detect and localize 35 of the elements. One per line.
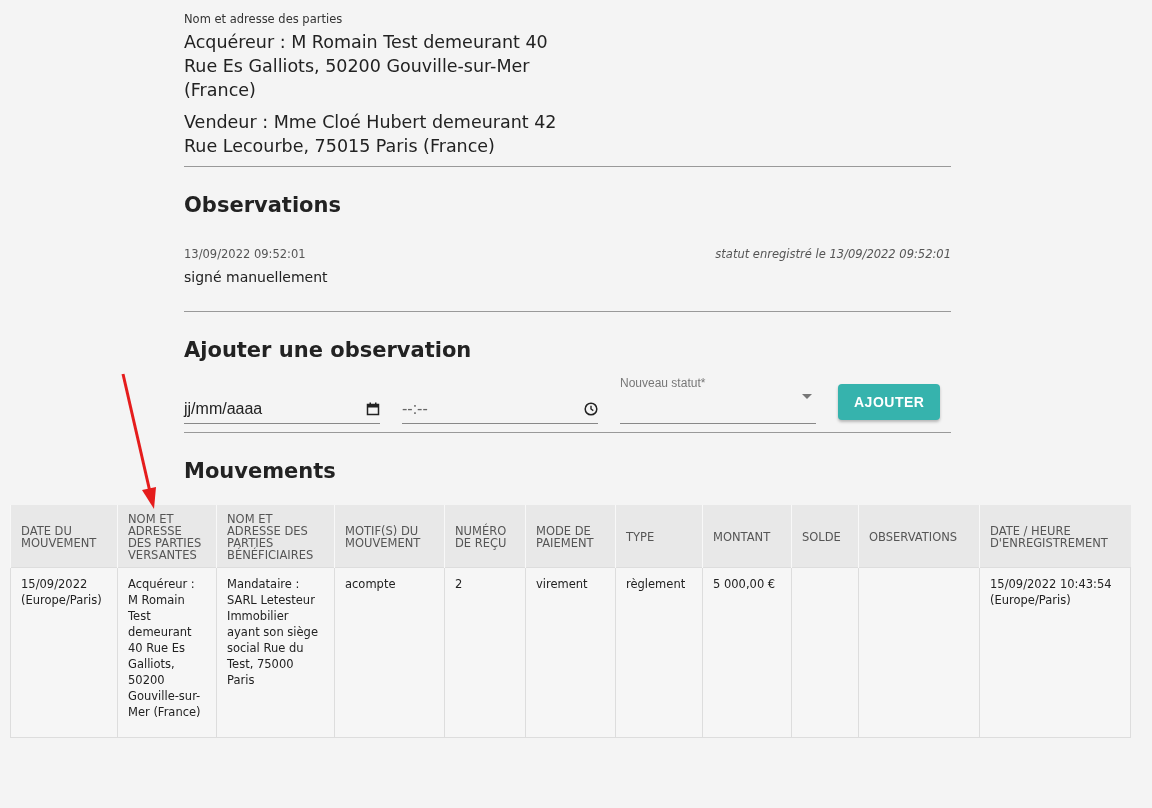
status-select[interactable]: Nouveau statut* xyxy=(620,376,816,424)
time-field[interactable]: --:-- xyxy=(402,394,598,424)
party-text: Vendeur : Mme Cloé Hubert demeurant 42 Rue Lecourbe, 75015 Paris (France) xyxy=(184,111,558,158)
table-cell: règlement xyxy=(615,567,703,737)
table-cell: 15/09/2022 10:43:54 (Europe/Paris) xyxy=(979,567,1131,737)
status-note: statut enregistré le 13/09/2022 09:52:01 xyxy=(715,247,951,261)
column-header: MOTIF(S) DU MOUVEMENT xyxy=(334,505,445,567)
column-header: SOLDE xyxy=(791,505,859,567)
parties-label: Nom et adresse des parties xyxy=(184,12,344,26)
table-cell: 15/09/2022 (Europe/Paris) xyxy=(10,567,118,737)
column-header: TYPE xyxy=(615,505,703,567)
section-heading: Observations xyxy=(184,193,342,217)
column-header: MONTANT xyxy=(702,505,792,567)
column-header: DATE / HEURE D'ENREGISTREMENT xyxy=(979,505,1131,567)
table-cell: acompte xyxy=(334,567,445,737)
calendar-icon xyxy=(366,401,380,416)
column-header: OBSERVATIONS xyxy=(858,505,980,567)
table-cell: 2 xyxy=(444,567,526,737)
column-header: NUMÉRO DE REÇU xyxy=(444,505,526,567)
party-text: Acquéreur : M Romain Test demeurant 40 Rue Es Galliots, 50200 Gouville-sur-Mer (France) xyxy=(184,31,549,102)
table-cell: 5 000,00 € xyxy=(702,567,792,737)
observation-date: 13/09/2022 09:52:01 xyxy=(184,247,306,261)
clock-icon xyxy=(584,401,598,416)
date-field[interactable]: jj/mm/aaaa xyxy=(184,394,380,424)
section-heading: Ajouter une observation xyxy=(184,338,473,362)
table-cell: Acquéreur : M Romain Test demeurant 40 Rue Es Galliots, 50200 Gouville-sur-Mer (France) xyxy=(117,567,217,737)
caret-icon xyxy=(802,394,812,399)
section-heading: Mouvements xyxy=(184,459,337,483)
table-cell: Mandataire : SARL Letesteur Immobilier ayant son siège social Rue du Test, 75000 Paris xyxy=(216,567,335,737)
column-header: NOM ET ADRESSE DES PARTIES VERSANTES xyxy=(117,505,217,567)
column-header: NOM ET ADRESSE DES PARTIES BÉNÉFICIAIRES xyxy=(216,505,335,567)
observation-text: signé manuellement xyxy=(184,269,329,285)
column-header: DATE DU MOUVEMENT xyxy=(10,505,118,567)
column-header: MODE DE PAIEMENT xyxy=(525,505,616,567)
table-cell: virement xyxy=(525,567,616,737)
